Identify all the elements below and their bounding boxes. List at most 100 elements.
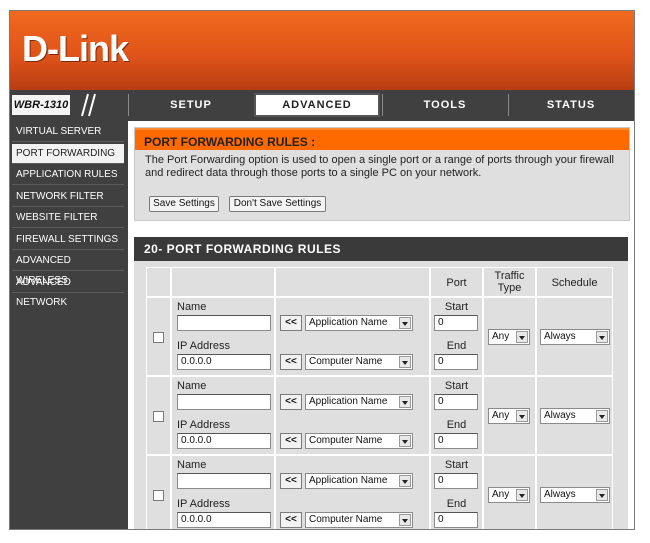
name-input[interactable] [177,315,271,331]
computer-name-value: Computer Name [309,435,383,446]
application-name-select[interactable]: Application Name [305,315,413,331]
port-end-input[interactable]: 0 [434,354,478,370]
row-name-cell: Name IP Address 0.0.0.0 [171,455,275,529]
browser-frame: D-Link WBR-1310 SETUP ADVANCED TOOLS STA… [9,10,635,530]
section-description: The Port Forwarding option is used to op… [145,154,614,179]
header-cell-select [275,267,430,297]
header-cell-check [146,267,171,297]
table-row: Name IP Address 0.0.0.0 << Application N… [134,297,628,376]
port-start-input[interactable]: 0 [434,394,478,410]
copy-computer-name-button[interactable]: << [280,354,302,370]
port-header: Port [446,277,467,289]
top-navbar: WBR-1310 SETUP ADVANCED TOOLS STATUS [10,91,634,119]
schedule-select[interactable]: Always [540,329,610,345]
section-title: PORT FORWARDING RULES : [135,128,629,150]
traffic-type-value: Any [492,410,510,421]
row-port-cell: Start 0 End 0 [430,376,483,455]
sidebar-item-application-rules[interactable]: APPLICATION RULES [12,165,124,185]
row-select-cell: << Application Name << Computer Name [275,455,430,529]
row-schedule-cell: Always [536,455,613,529]
schedule-select[interactable]: Always [540,487,610,503]
name-input[interactable] [177,473,271,489]
row-check-cell [146,455,171,529]
computer-name-value: Computer Name [309,356,383,367]
copy-app-name-button[interactable]: << [280,394,302,410]
chevron-down-icon [516,489,528,501]
main-content: PORT FORWARDING RULES : The Port Forward… [128,121,634,529]
application-name-value: Application Name [309,317,388,328]
chevron-down-icon [596,489,608,501]
port-start-input[interactable]: 0 [434,315,478,331]
ip-address-input[interactable]: 0.0.0.0 [177,354,271,370]
schedule-header: Schedule [551,277,598,289]
chevron-down-icon [399,435,411,447]
sidebar-item-virtual-server[interactable]: VIRTUAL SERVER [12,122,124,142]
tab-status[interactable]: STATUS [508,94,633,116]
chevron-down-icon [399,514,411,526]
chevron-down-icon [399,356,411,368]
ip-address-input[interactable]: 0.0.0.0 [177,433,271,449]
dlink-logo: D-Link [22,28,129,69]
copy-computer-name-button[interactable]: << [280,512,302,528]
row-enable-checkbox[interactable] [153,332,164,343]
sidebar-item-port-forwarding[interactable]: PORT FORWARDING [12,144,124,164]
row-traffic-cell: Any [483,455,536,529]
row-schedule-cell: Always [536,376,613,455]
chevron-down-icon [596,410,608,422]
ip-address-input[interactable]: 0.0.0.0 [177,512,271,528]
schedule-value: Always [544,410,576,421]
computer-name-select[interactable]: Computer Name [305,512,413,528]
application-name-value: Application Name [309,475,388,486]
schedule-select[interactable]: Always [540,408,610,424]
port-end-input[interactable]: 0 [434,512,478,528]
traffic-type-select[interactable]: Any [488,487,530,503]
name-label: Name [177,301,207,313]
row-select-cell: << Application Name << Computer Name [275,297,430,376]
row-schedule-cell: Always [536,297,613,376]
application-name-select[interactable]: Application Name [305,473,413,489]
end-label: End [446,419,467,431]
computer-name-select[interactable]: Computer Name [305,354,413,370]
computer-name-value: Computer Name [309,514,383,525]
sidebar: VIRTUAL SERVER PORT FORWARDING APPLICATI… [10,121,126,529]
tab-advanced[interactable]: ADVANCED [254,93,380,117]
sidebar-item-network-filter[interactable]: NETWORK FILTER [12,187,124,207]
row-port-cell: Start 0 End 0 [430,297,483,376]
name-label: Name [177,380,207,392]
name-input[interactable] [177,394,271,410]
schedule-value: Always [544,489,576,500]
brand-header: D-Link [10,11,634,90]
chevron-down-icon [399,396,411,408]
port-start-input[interactable]: 0 [434,473,478,489]
tab-tools[interactable]: TOOLS [382,94,507,116]
copy-computer-name-button[interactable]: << [280,433,302,449]
traffic-type-select[interactable]: Any [488,408,530,424]
copy-app-name-button[interactable]: << [280,473,302,489]
sidebar-item-firewall-settings[interactable]: FIREWALL SETTINGS [12,230,124,250]
copy-app-name-button[interactable]: << [280,315,302,331]
chevron-down-icon [399,475,411,487]
row-enable-checkbox[interactable] [153,411,164,422]
port-forwarding-info-box: PORT FORWARDING RULES : The Port Forward… [134,127,630,221]
chevron-down-icon [516,410,528,422]
port-end-input[interactable]: 0 [434,433,478,449]
save-settings-button[interactable]: Save Settings [149,196,219,212]
header-cell-name [171,267,275,297]
start-label: Start [444,459,469,471]
row-port-cell: Start 0 End 0 [430,455,483,529]
traffic-type-header: Traffic Type [494,270,525,294]
row-name-cell: Name IP Address 0.0.0.0 [171,376,275,455]
table-row: Name IP Address 0.0.0.0 << Application N… [134,455,628,529]
chevron-down-icon [399,317,411,329]
computer-name-select[interactable]: Computer Name [305,433,413,449]
tab-setup[interactable]: SETUP [128,94,253,116]
sidebar-item-advanced-wireless[interactable]: ADVANCED WIRELESS [12,251,124,286]
application-name-select[interactable]: Application Name [305,394,413,410]
sidebar-item-advanced-network[interactable]: ADVANCED NETWORK [12,273,124,308]
application-name-value: Application Name [309,396,388,407]
row-enable-checkbox[interactable] [153,490,164,501]
traffic-type-value: Any [492,331,510,342]
sidebar-item-website-filter[interactable]: WEBSITE FILTER [12,208,124,228]
traffic-type-select[interactable]: Any [488,329,530,345]
dont-save-settings-button[interactable]: Don't Save Settings [229,196,326,212]
